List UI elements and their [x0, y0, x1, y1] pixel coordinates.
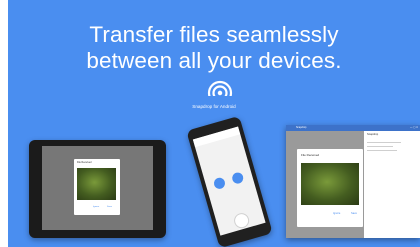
headline-line-2: between all your devices. — [86, 48, 342, 73]
phone-mockup — [186, 115, 273, 247]
window-title: Snapdrop — [296, 126, 307, 129]
side-panel-line — [367, 146, 393, 147]
logo-caption: Snapdrop for Android — [192, 104, 236, 109]
received-image-preview — [301, 163, 359, 205]
tablet-mockup: File Received Ignore Save — [29, 140, 166, 238]
received-image-preview — [77, 168, 116, 200]
desktop-save-button[interactable]: Save — [351, 212, 357, 215]
window-main-area: File Received Ignore Save — [286, 131, 364, 238]
window-controls-icon[interactable]: — ▢ ✕ — [410, 126, 418, 129]
phone-snapdrop-logo-icon — [232, 211, 251, 230]
snapdrop-broadcast-icon — [207, 80, 233, 106]
tablet-save-button[interactable]: Save — [107, 206, 112, 208]
tablet-file-dialog: File Received Ignore Save — [74, 159, 120, 215]
desktop-ignore-button[interactable]: Ignore — [333, 212, 340, 215]
device-tablet-icon[interactable] — [230, 171, 245, 185]
headline-line-1: Transfer files seamlessly — [89, 22, 339, 47]
device-laptop-icon[interactable] — [212, 176, 227, 191]
desktop-file-dialog: File Received Ignore Save — [297, 149, 363, 227]
window-side-panel: Snapdrop — [364, 131, 420, 238]
side-panel-title: Snapdrop — [367, 133, 379, 136]
tablet-screen: File Received Ignore Save — [42, 146, 153, 230]
tablet-ignore-button[interactable]: Ignore — [93, 206, 99, 208]
desktop-window-mockup: Snapdrop — ▢ ✕ File Received Ignore Save… — [286, 125, 420, 238]
side-panel-line — [367, 150, 397, 151]
side-panel-line — [367, 142, 401, 143]
tablet-dialog-title: File Received — [77, 161, 92, 164]
desktop-dialog-title: File Received — [301, 153, 320, 157]
phone-app-bar — [192, 126, 241, 148]
promo-banner: Transfer files seamlessly between all yo… — [8, 0, 420, 247]
phone-screen — [192, 126, 266, 236]
